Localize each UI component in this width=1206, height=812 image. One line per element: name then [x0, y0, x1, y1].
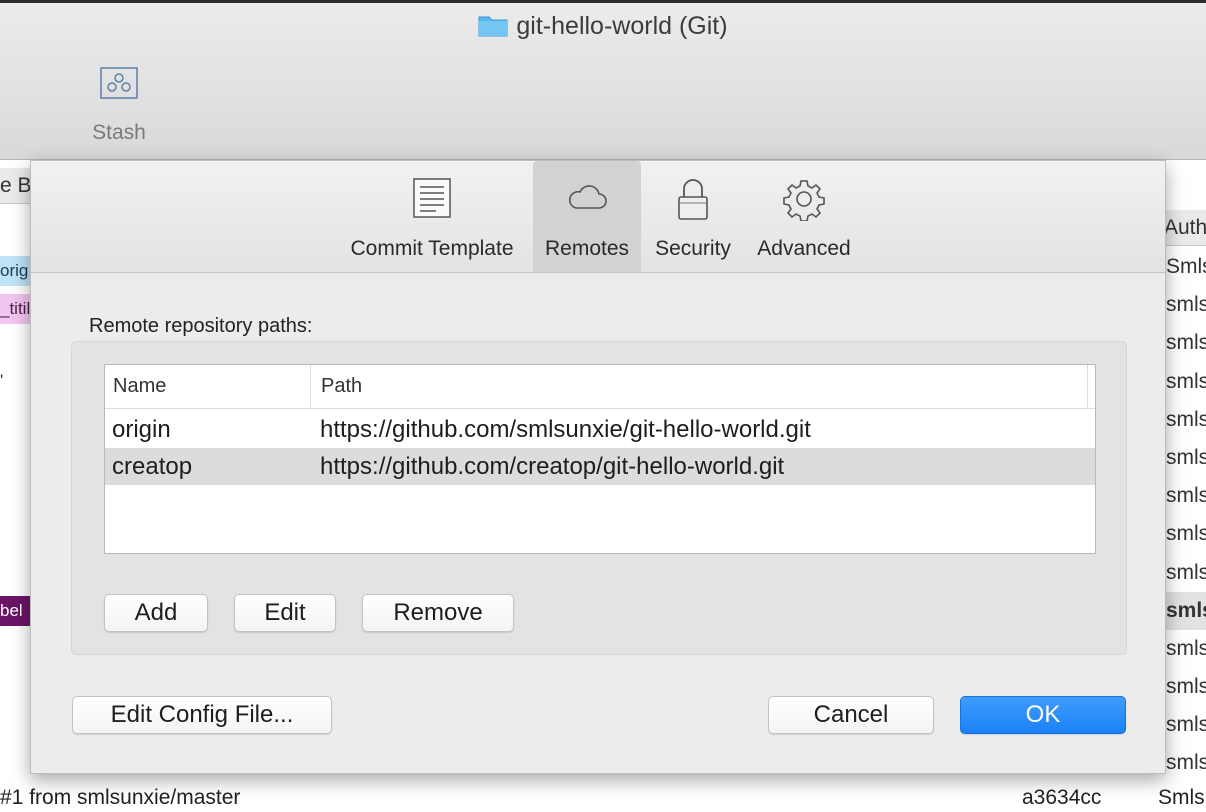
author-cell: Smls [1166, 255, 1206, 278]
edit-config-file-button[interactable]: Edit Config File... [72, 696, 332, 734]
folder-icon [478, 13, 508, 44]
window-title: git-hello-world (Git) [0, 12, 1206, 44]
commit-message: #1 from smlsunxie/master [0, 786, 241, 809]
repository-settings-sheet: Commit Template Remotes Security Advance… [30, 160, 1166, 774]
author-cell: smls [1166, 331, 1206, 355]
tab-label: Remotes [544, 237, 630, 260]
tab-advanced[interactable]: Advanced [747, 161, 861, 272]
commit-hash: a3634cc [1022, 786, 1102, 809]
tab-security[interactable]: Security [645, 161, 741, 272]
stash-icon [99, 67, 139, 106]
author-cell: smls [1166, 407, 1206, 431]
branch-tag-origin[interactable]: orig [0, 256, 30, 286]
remotes-group-box: Name Path origin https://github.com/smls… [71, 341, 1127, 655]
author-cell: smls [1166, 484, 1206, 508]
column-header-path[interactable]: Path [321, 365, 1081, 409]
window-title-text: git-hello-world (Git) [516, 12, 728, 40]
table-header-edge [1087, 365, 1095, 409]
tab-remotes[interactable]: Remotes [533, 161, 641, 272]
cancel-button[interactable]: Cancel [768, 696, 934, 734]
tab-label: Security [655, 237, 731, 260]
author-cell-selected: smls [1160, 591, 1206, 630]
remote-name: origin [112, 416, 171, 443]
window-top-edge [0, 0, 1206, 3]
cloud-icon [533, 177, 641, 221]
stash-label: Stash [92, 121, 146, 144]
author-cell: smls [1166, 560, 1206, 584]
table-row[interactable]: origin https://github.com/smlsunxie/git-… [105, 411, 1095, 448]
author-cell: smls [1166, 369, 1206, 393]
remote-path: https://github.com/creatop/git-hello-wor… [320, 453, 785, 480]
table-row-selected[interactable]: creatop https://github.com/creatop/git-h… [105, 448, 1095, 485]
author-cell: smls [1166, 636, 1206, 660]
tab-commit-template[interactable]: Commit Template [337, 161, 527, 272]
add-remote-button[interactable]: Add [104, 594, 208, 632]
commit-message-fragment: ' [0, 371, 4, 390]
author-cell: smls [1166, 751, 1206, 775]
author-cell: smls [1166, 713, 1206, 737]
stash-button[interactable]: Stash [84, 66, 154, 145]
tab-label: Commit Template [350, 237, 514, 260]
tab-label: Advanced [757, 237, 851, 260]
document-icon [337, 177, 527, 221]
table-header: Name Path [105, 365, 1095, 409]
author-list: Smls smls smls smls smls smls smls smls … [1160, 248, 1206, 783]
background-author-column: Auth Smls smls smls smls smls smls smls … [1160, 160, 1206, 812]
branch-tag-bel[interactable]: bel [0, 596, 30, 626]
commit-row[interactable]: #1 from smlsunxie/master a3634cc Smls [0, 784, 1206, 812]
branch-tag-titil[interactable]: _titil [0, 294, 30, 324]
column-header-name[interactable]: Name [113, 365, 311, 409]
ok-button[interactable]: OK [960, 696, 1126, 734]
remotes-table: Name Path origin https://github.com/smls… [104, 364, 1096, 554]
remote-name: creatop [112, 453, 193, 480]
edit-remote-button[interactable]: Edit [234, 594, 336, 632]
remote-path: https://github.com/smlsunxie/git-hello-w… [320, 416, 811, 443]
author-column-header[interactable]: Auth [1160, 210, 1206, 246]
author-cell: smls [1166, 293, 1206, 317]
author-cell: smls [1166, 522, 1206, 546]
gear-icon [747, 177, 861, 221]
commit-author: Smls [1158, 786, 1205, 809]
background-branches-column: e B orig _titil ' bel [0, 160, 30, 812]
remove-remote-button[interactable]: Remove [362, 594, 514, 632]
background-column-header: e B [0, 168, 30, 204]
window-titlebar: git-hello-world (Git) Stash [0, 0, 1206, 160]
lock-icon [645, 177, 741, 221]
settings-tab-bar: Commit Template Remotes Security Advance… [31, 161, 1165, 273]
author-cell: smls [1166, 675, 1206, 699]
section-label: Remote repository paths: [89, 315, 313, 337]
author-cell: smls [1166, 445, 1206, 469]
